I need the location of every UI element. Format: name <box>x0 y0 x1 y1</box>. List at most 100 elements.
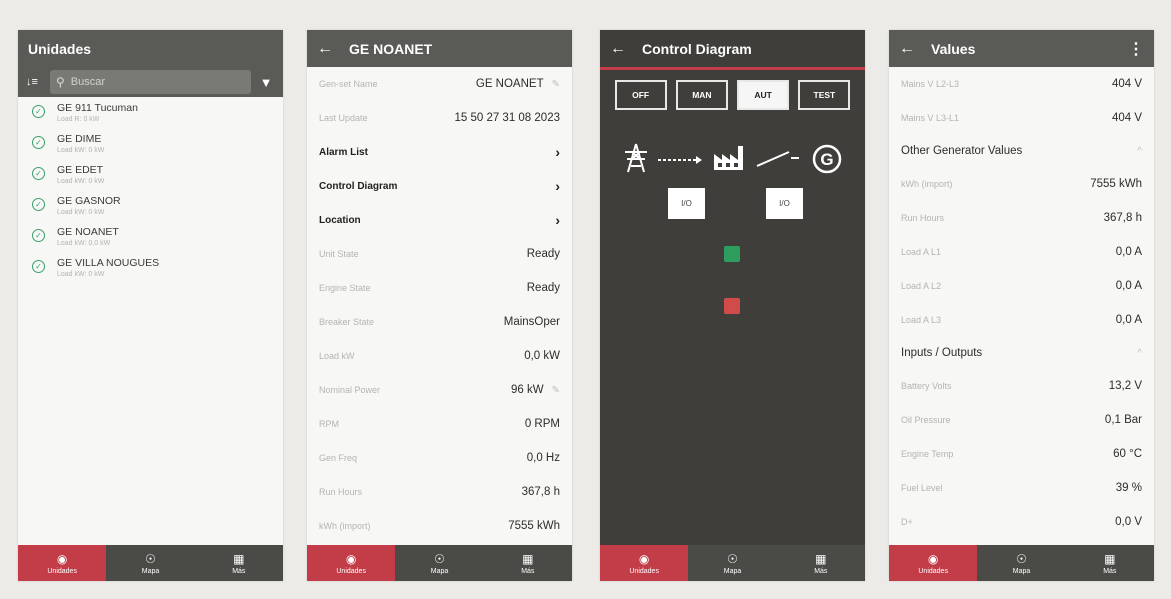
grid-icon: ▦ <box>522 551 534 566</box>
list-item[interactable]: ✓ GE GASNOR Load kW: 0 kW <box>18 190 283 221</box>
nav-map-label: Mapa <box>430 567 449 575</box>
section-header-io[interactable]: Inputs / Outputs ^ <box>901 337 1142 369</box>
value-label: Load A L2 <box>901 281 942 291</box>
last-update-label: Last Update <box>319 113 368 123</box>
nav-units[interactable]: ◉ Unidades <box>307 545 396 581</box>
field-value: 0,0 Hz <box>526 452 560 464</box>
io-right-button[interactable]: I/O <box>766 188 803 219</box>
control-diagram-link[interactable]: Control Diagram › <box>319 169 560 203</box>
field-value: MainsOper <box>503 316 560 328</box>
genset-details: Gen-set Name GE NOANET ✎ Last Update 15 5… <box>307 67 572 543</box>
nav-units[interactable]: ◉ Unidades <box>600 545 689 581</box>
value-row: Run Hours 367,8 h <box>901 201 1142 235</box>
value-value: 60 °C <box>1113 448 1142 460</box>
check-circle-icon: ✓ <box>32 167 45 180</box>
value-row: Load A L2 0,0 A <box>901 269 1142 303</box>
globe-icon: ☉ <box>727 551 738 566</box>
location-link[interactable]: Location › <box>319 203 560 237</box>
nav-map-label: Mapa <box>141 567 160 575</box>
breaker-open-icon <box>756 151 799 167</box>
nominal-power-row[interactable]: Nominal Power 96 kW ✎ <box>319 373 560 407</box>
field-value: Ready <box>526 248 560 260</box>
mode-aut-button[interactable]: AUT <box>737 80 790 110</box>
value-row: Oil Pressure 0,1 Bar <box>901 403 1142 437</box>
nav-map[interactable]: ☉ Mapa <box>395 545 483 581</box>
check-circle-icon: ✓ <box>32 136 45 149</box>
sort-icon[interactable]: ↓≡ <box>26 76 44 88</box>
value-row: Load A L1 0,0 A <box>901 235 1142 269</box>
nav-more-label: Más <box>521 567 535 575</box>
alarm-list-label: Alarm List <box>319 146 368 158</box>
mode-test-button[interactable]: TEST <box>798 80 851 110</box>
value-label: Mains V L3-L1 <box>901 113 960 123</box>
back-arrow-icon[interactable]: ← <box>610 40 626 58</box>
check-circle-icon: ✓ <box>32 105 45 118</box>
alarm-list-link[interactable]: Alarm List › <box>319 135 560 169</box>
search-box[interactable]: ⚲ <box>50 70 251 94</box>
nav-units-label: Unidades <box>336 567 366 575</box>
back-arrow-icon[interactable]: ← <box>317 40 333 58</box>
nav-map[interactable]: ☉ Mapa <box>688 545 776 581</box>
unit-name: GE GASNOR <box>57 195 121 207</box>
list-item[interactable]: ✓ GE 911 Tucuman Load R: 0 kW <box>18 97 283 128</box>
units-title: Unidades <box>28 40 92 57</box>
nav-units[interactable]: ◉ Unidades <box>18 545 107 581</box>
io-left-button[interactable]: I/O <box>668 188 705 219</box>
grid-icon: ▦ <box>1104 551 1116 566</box>
nav-map[interactable]: ☉ Mapa <box>106 545 194 581</box>
mode-man-button[interactable]: MAN <box>675 80 728 110</box>
chevron-up-icon: ^ <box>1137 347 1142 359</box>
nav-more-label: Más <box>814 567 828 575</box>
bottom-nav: ◉ Unidades ☉ Mapa ▦ Más <box>600 545 865 581</box>
section-header-other[interactable]: Other Generator Values ^ <box>901 135 1142 167</box>
unit-name: GE VILLA NOUGUES <box>57 257 160 269</box>
unit-load: Load kW: 0 kW <box>57 271 105 278</box>
value-value: 39 % <box>1115 482 1142 494</box>
search-input[interactable] <box>70 76 245 88</box>
value-label: D+ <box>901 517 913 527</box>
more-vert-icon[interactable]: ⋮ <box>1128 39 1144 59</box>
genset-screen: ← GE NOANET Gen-set Name GE NOANET ✎ Last… <box>307 30 572 581</box>
filter-icon[interactable]: ▼ <box>257 75 275 90</box>
edit-pencil-icon[interactable]: ✎ <box>552 79 560 90</box>
value-value: 13,2 V <box>1108 380 1142 392</box>
nav-units[interactable]: ◉ Unidades <box>889 545 978 581</box>
unit-load: Load kW: 0 kW <box>57 178 105 185</box>
value-row: D+ 0,0 V <box>901 505 1142 539</box>
chevron-up-icon: ^ <box>1137 145 1142 157</box>
genset-title: GE NOANET <box>349 40 433 57</box>
field-label: Unit State <box>319 249 359 259</box>
kwh-import-row: kWh (import) 7555 kWh <box>319 509 560 543</box>
nav-more[interactable]: ▦ Más <box>484 545 572 581</box>
field-label: Engine State <box>319 283 371 293</box>
diagram-area: ← Control Diagram OFF MAN AUT TEST G I/O… <box>600 30 865 581</box>
start-button[interactable] <box>724 246 740 262</box>
rpm-row: RPM 0 RPM <box>319 407 560 441</box>
unit-name: GE NOANET <box>57 226 119 238</box>
nav-more[interactable]: ▦ Más <box>777 545 865 581</box>
list-item[interactable]: ✓ GE DIME Load kW: 0 kW <box>18 128 283 159</box>
values-header: ← Values ⋮ <box>889 30 1154 67</box>
stop-button[interactable] <box>724 298 740 314</box>
list-item[interactable]: ✓ GE EDET Load kW: 0 kW <box>18 159 283 190</box>
location-label: Location <box>319 214 361 226</box>
units-nav-icon: ◉ <box>345 551 357 566</box>
unit-load: Load kW: 0,0 kW <box>57 240 111 247</box>
value-value: 404 V <box>1111 112 1142 124</box>
nav-more[interactable]: ▦ Más <box>195 545 283 581</box>
nav-more[interactable]: ▦ Más <box>1066 545 1154 581</box>
units-nav-icon: ◉ <box>927 551 939 566</box>
edit-pencil-icon[interactable]: ✎ <box>552 385 560 396</box>
nav-map[interactable]: ☉ Mapa <box>977 545 1065 581</box>
value-label: Oil Pressure <box>901 415 951 425</box>
list-item[interactable]: ✓ GE VILLA NOUGUES Load kW: 0 kW <box>18 252 283 283</box>
bottom-nav: ◉ Unidades ☉ Mapa ▦ Más <box>889 545 1154 581</box>
mode-off-button[interactable]: OFF <box>614 80 667 110</box>
units-nav-icon: ◉ <box>638 551 650 566</box>
field-value: 367,8 h <box>521 486 560 498</box>
list-item[interactable]: ✓ GE NOANET Load kW: 0,0 kW <box>18 221 283 252</box>
section-title: Inputs / Outputs <box>901 347 983 359</box>
genset-name-row[interactable]: Gen-set Name GE NOANET ✎ <box>319 67 560 101</box>
field-label: Gen Freq <box>319 453 358 463</box>
back-arrow-icon[interactable]: ← <box>899 40 915 58</box>
